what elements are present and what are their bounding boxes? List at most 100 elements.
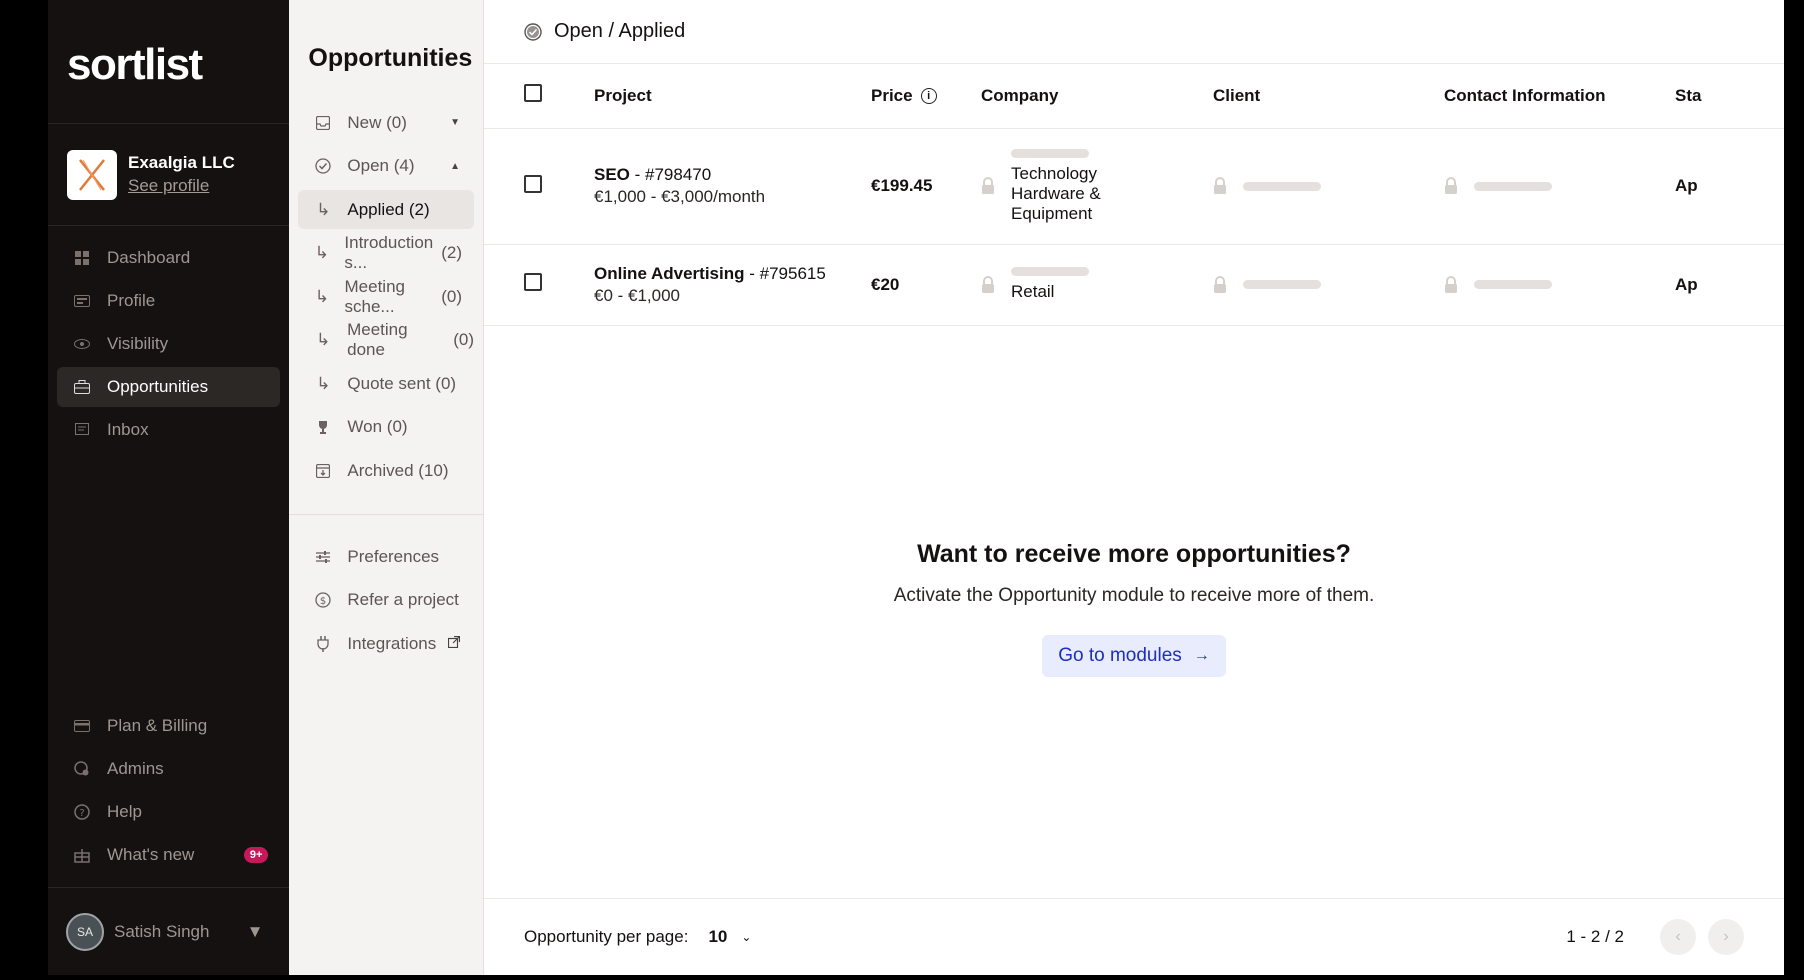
- sub-arrow-icon: ↳: [314, 243, 330, 262]
- caret-up-icon[interactable]: ▲: [450, 161, 460, 172]
- avatar: SA: [66, 912, 104, 951]
- column-contact-information[interactable]: Contact Information: [1444, 64, 1675, 129]
- nav-item-visibility[interactable]: Visibility: [57, 324, 280, 364]
- nav-item-admins[interactable]: Admins: [57, 749, 280, 789]
- panel-title: Opportunities: [308, 44, 473, 72]
- integrations-link[interactable]: Integrations: [298, 624, 474, 663]
- prev-page-button[interactable]: ‹: [1660, 919, 1696, 955]
- company-industry-line: Equipment: [1011, 203, 1093, 223]
- go-to-modules-button[interactable]: Go to modules →: [1042, 635, 1226, 677]
- filter-introduction-sent[interactable]: ↳ Introduction s... (2): [298, 233, 474, 273]
- opportunities-panel: Opportunities New (0) ▼ Open (4) ▲ ↳ App…: [289, 0, 484, 975]
- table-row[interactable]: SEO - #798470 €1,000 - €3,000/month €199…: [484, 128, 1784, 245]
- filter-quote-sent[interactable]: ↳ Quote sent (0): [298, 364, 474, 403]
- nav-item-label: Visibility: [107, 334, 169, 353]
- lock-icon: [1444, 275, 1458, 294]
- table-row[interactable]: Online Advertising - #795615 €0 - €1,000…: [484, 244, 1784, 326]
- project-budget: €1,000 - €3,000/month: [594, 187, 766, 206]
- filter-new[interactable]: New (0) ▼: [298, 103, 474, 142]
- filter-label: Won: [347, 417, 383, 436]
- external-link-icon: [447, 635, 461, 651]
- check-circle-icon: [524, 22, 542, 41]
- project-service: SEO: [594, 165, 630, 184]
- breadcrumb: Open / Applied: [484, 0, 1784, 64]
- sortlist-logo[interactable]: sortlist: [48, 0, 290, 124]
- preferences-link[interactable]: Preferences: [298, 537, 474, 576]
- nav-item-opportunities[interactable]: Opportunities: [57, 367, 281, 407]
- nav-item-dashboard[interactable]: Dashboard: [57, 238, 280, 278]
- lock-icon: [1213, 177, 1227, 195]
- redacted-placeholder: [1011, 148, 1089, 158]
- pagination-bar: Opportunity per page: 10 ⌄ 1 - 2 / 2 ‹ ›: [484, 898, 1784, 975]
- filter-label: Open: [347, 156, 389, 175]
- company-industry-line: Technology: [1011, 163, 1098, 183]
- client-cell: [1213, 177, 1444, 195]
- nav-item-label: Profile: [107, 291, 156, 310]
- nav-item-plan-billing[interactable]: Plan & Billing: [57, 706, 280, 746]
- info-icon[interactable]: i: [920, 88, 937, 105]
- column-company[interactable]: Company: [981, 64, 1213, 129]
- lock-icon: [981, 275, 995, 294]
- nav-item-help[interactable]: ? Help: [57, 792, 280, 832]
- sub-arrow-icon: ↳: [316, 330, 331, 349]
- app-window: sortlist Exaalgia LLC See profile Dashbo…: [48, 0, 1784, 975]
- chevron-down-icon[interactable]: ⌄: [741, 930, 751, 944]
- column-project[interactable]: Project: [594, 64, 871, 129]
- column-status[interactable]: Sta: [1675, 64, 1784, 129]
- filter-meeting-done[interactable]: ↳ Meeting done (0): [298, 320, 474, 360]
- filter-label: New: [347, 112, 382, 132]
- lock-icon: [981, 177, 995, 195]
- table-header-row: Project Price i Company Client Contact In…: [484, 64, 1784, 129]
- project-id: - #798470: [629, 165, 712, 184]
- nav-item-whats-new[interactable]: What's new 9+: [57, 835, 280, 875]
- filter-count: (4): [393, 156, 415, 175]
- company-cell: Retail: [981, 267, 1213, 302]
- svg-text:$: $: [320, 596, 326, 607]
- project-budget: €0 - €1,000: [594, 285, 681, 305]
- redacted-placeholder: [1474, 181, 1552, 191]
- filter-count: (0): [453, 330, 474, 349]
- arrow-right-icon: →: [1193, 647, 1210, 664]
- per-page-select[interactable]: 10: [708, 927, 727, 947]
- status-value: Ap: [1675, 176, 1698, 195]
- nav-item-label: Help: [107, 802, 142, 821]
- company-name: Exaalgia LLC: [128, 153, 235, 172]
- column-price[interactable]: Price i: [871, 64, 981, 129]
- link-label: Refer a project: [347, 590, 459, 609]
- archive-icon: [314, 463, 332, 478]
- column-client[interactable]: Client: [1213, 64, 1444, 129]
- filter-label: Applied: [347, 199, 405, 219]
- filter-won[interactable]: Won (0): [298, 408, 474, 447]
- see-profile-link[interactable]: See profile: [128, 176, 235, 196]
- filter-count: (2): [441, 243, 462, 262]
- company-logo: [67, 149, 117, 200]
- filter-count: (0): [386, 112, 407, 132]
- company-card: Exaalgia LLC See profile: [48, 124, 290, 226]
- main-content: Open / Applied Project Price i Company Cl…: [484, 0, 1784, 975]
- refer-project-link[interactable]: $ Refer a project: [298, 581, 474, 620]
- row-checkbox[interactable]: [524, 273, 542, 291]
- redacted-placeholder: [1474, 280, 1552, 289]
- filter-open[interactable]: Open (4) ▲: [298, 147, 474, 186]
- user-menu[interactable]: SA Satish Singh ▼: [48, 887, 290, 975]
- project-name[interactable]: Online Advertising - #795615: [594, 264, 871, 284]
- project-name[interactable]: SEO - #798470: [594, 165, 871, 185]
- contact-cell: [1444, 177, 1675, 195]
- nav-item-label: Opportunities: [107, 377, 209, 396]
- divider: [289, 514, 483, 515]
- filter-label: Quote sent: [347, 373, 431, 393]
- caret-down-icon[interactable]: ▼: [450, 117, 460, 128]
- filter-meeting-scheduled[interactable]: ↳ Meeting sche... (0): [298, 277, 474, 316]
- nav-item-profile[interactable]: Profile: [57, 281, 280, 321]
- row-checkbox[interactable]: [524, 174, 542, 193]
- filter-label: Archived: [347, 460, 414, 480]
- help-icon: ?: [73, 803, 91, 821]
- filter-count: (0): [441, 286, 462, 306]
- nav-item-label: Inbox: [107, 420, 149, 439]
- nav-item-inbox[interactable]: Inbox: [57, 410, 280, 450]
- filter-archived[interactable]: Archived (10): [298, 451, 474, 490]
- select-all-checkbox[interactable]: [524, 84, 542, 103]
- filter-applied[interactable]: ↳ Applied (2): [298, 190, 474, 229]
- price-value: €20: [871, 274, 900, 294]
- next-page-button[interactable]: ›: [1708, 919, 1744, 955]
